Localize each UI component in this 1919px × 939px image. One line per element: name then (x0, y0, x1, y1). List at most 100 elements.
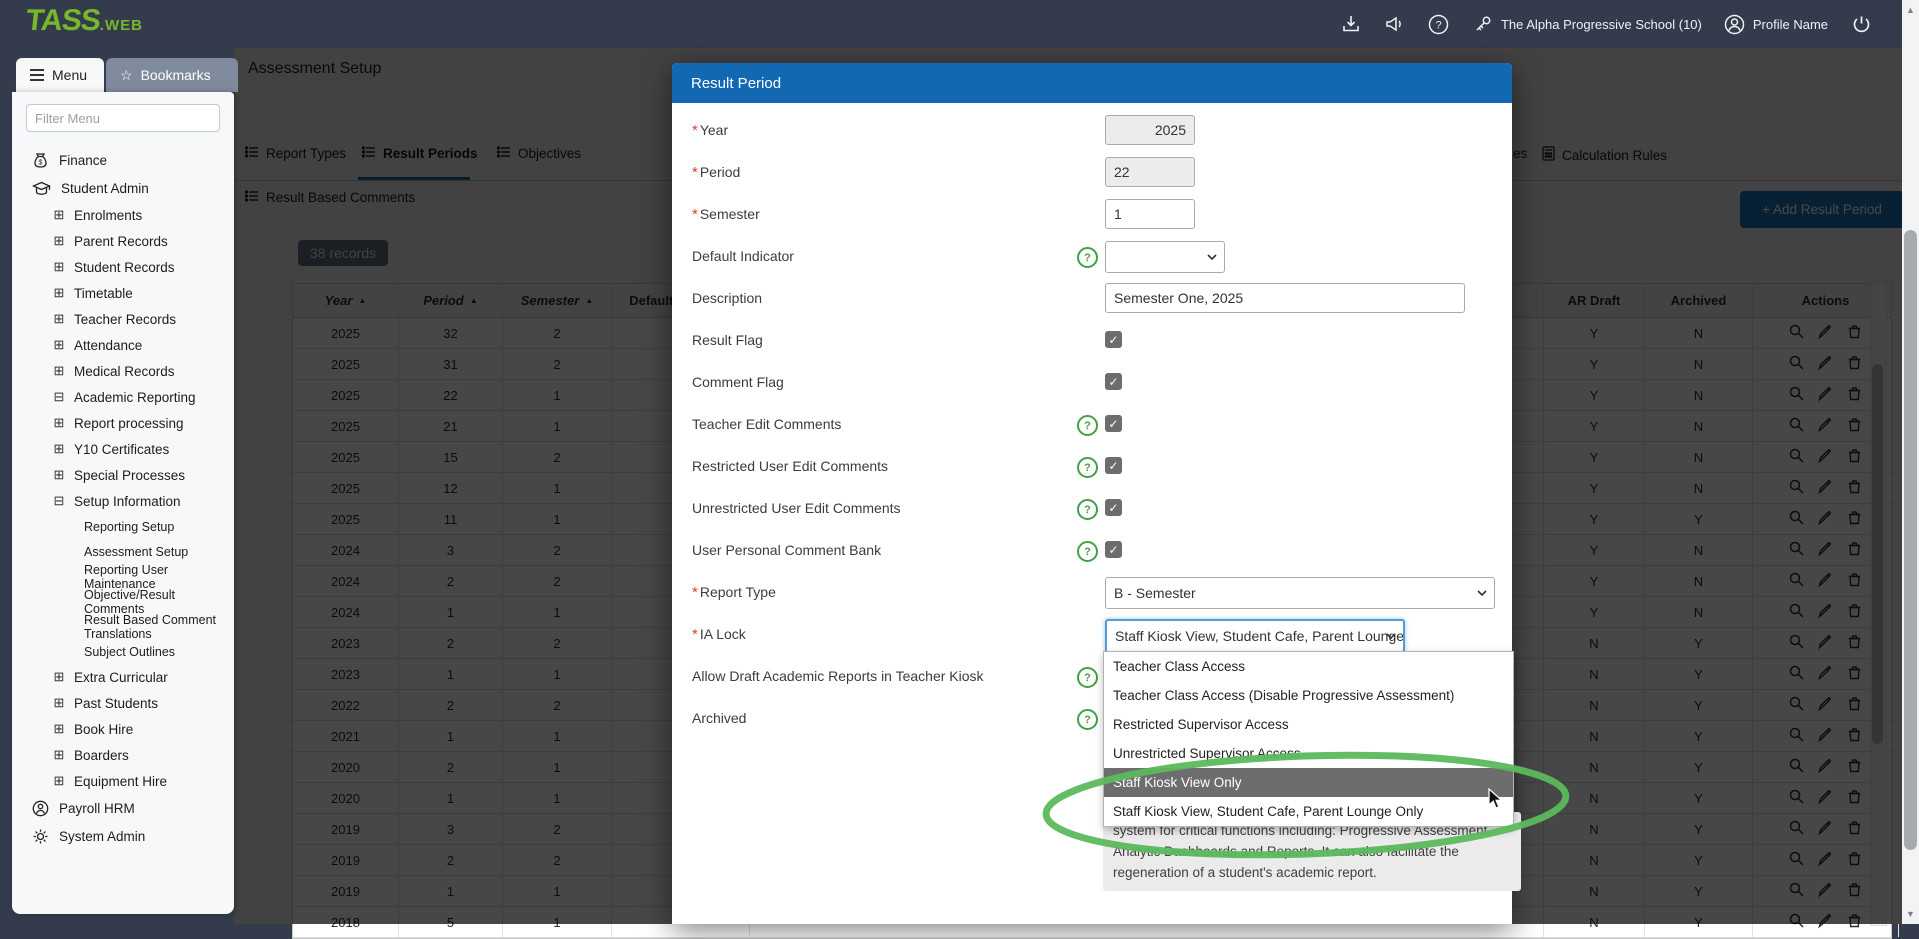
sidebar-item-timetable[interactable]: ⊞Timetable (12, 280, 234, 306)
expand-icon[interactable]: ⊞ (52, 311, 66, 327)
sidebar-item-student-records[interactable]: ⊞Student Records (12, 254, 234, 280)
dropdown-option-teacher-class-access-disable-progressive-assessment[interactable]: Teacher Class Access (Disable Progressiv… (1104, 681, 1513, 710)
label-text: Report Type (700, 584, 776, 600)
tass-logo[interactable]: TASS.WEB (26, 4, 143, 38)
scroll-up-icon[interactable]: ▲ (1902, 2, 1919, 18)
sidebar-item-academic-reporting[interactable]: ⊟Academic Reporting (12, 384, 234, 410)
expand-icon[interactable]: ⊞ (52, 695, 66, 711)
collapse-icon[interactable]: ⊟ (52, 389, 66, 405)
dropdown-option-restricted-supervisor-access[interactable]: Restricted Supervisor Access (1104, 710, 1513, 739)
sidebar-item-book-hire[interactable]: ⊞Book Hire (12, 716, 234, 742)
sidebar-item-label: Y10 Certificates (74, 442, 169, 457)
sidebar-item-reporting-setup[interactable]: Reporting Setup (12, 514, 234, 539)
sidebar-item-result-based-comment-translations[interactable]: Result Based Comment Translations (12, 614, 234, 639)
sidebar-item-special-processes[interactable]: ⊞ Special Processes (12, 462, 234, 488)
help-icon[interactable]: ? (1077, 541, 1098, 562)
unrestricted-user-edit-comments-checkbox[interactable]: ✓ (1105, 499, 1122, 516)
dropdown-option-teacher-class-access[interactable]: Teacher Class Access (1104, 652, 1513, 681)
browser-scrollbar[interactable]: ▲ ▼ (1902, 0, 1919, 924)
expand-icon[interactable]: ⊞ (52, 233, 66, 249)
sidebar-item-objective-result-comments[interactable]: Objective/Result Comments (12, 589, 234, 614)
sidebar-item-teacher-records[interactable]: ⊞Teacher Records (12, 306, 234, 332)
help-icon[interactable]: ? (1077, 667, 1098, 688)
expand-icon[interactable]: ⊞ (52, 467, 66, 483)
sidebar-item-boarders[interactable]: ⊞Boarders (12, 742, 234, 768)
sidebar-item-equipment-hire[interactable]: ⊞Equipment Hire (12, 768, 234, 794)
help-icon[interactable]: ? (1077, 415, 1098, 436)
dropdown-option-staff-kiosk-view-student-cafe-parent-lounge-only[interactable]: Staff Kiosk View, Student Cafe, Parent L… (1104, 797, 1513, 826)
result-flag-checkbox[interactable]: ✓ (1105, 331, 1122, 348)
sidebar-item-past-students[interactable]: ⊞Past Students (12, 690, 234, 716)
scrollbar-thumb[interactable] (1904, 230, 1917, 850)
collapse-icon[interactable]: ⊟ (52, 493, 66, 509)
megaphone-icon[interactable] (1384, 13, 1406, 35)
chevron-down-icon (1386, 633, 1396, 639)
sidebar-item-label: Finance (59, 153, 107, 168)
dropdown-option-staff-kiosk-view-only[interactable]: Staff Kiosk View Only (1104, 768, 1513, 797)
default-indicator-select[interactable] (1105, 241, 1225, 273)
sidebar-item-report-processing[interactable]: ⊞Report processing (12, 410, 234, 436)
period-input[interactable] (1105, 157, 1195, 187)
help-icon[interactable]: ? (1077, 709, 1098, 730)
field-label: *Semester (692, 199, 760, 230)
filter-menu-input[interactable] (26, 104, 220, 132)
sidebar-item-label: Payroll HRM (59, 801, 135, 816)
key-icon (1472, 13, 1494, 35)
download-icon[interactable] (1340, 13, 1362, 35)
expand-icon[interactable]: ⊞ (52, 441, 66, 457)
profile-menu[interactable]: Profile Name (1724, 13, 1828, 35)
sidebar-item-label: Special Processes (74, 468, 185, 483)
sidebar-item-subject-outlines[interactable]: Subject Outlines (12, 639, 234, 664)
expand-icon[interactable]: ⊞ (52, 285, 66, 301)
expand-icon[interactable]: ⊞ (52, 207, 66, 223)
sidebar-item-finance[interactable]: $Finance (12, 146, 234, 174)
help-icon[interactable]: ? (1428, 13, 1450, 35)
expand-icon[interactable]: ⊞ (52, 721, 66, 737)
sidebar-item-attendance[interactable]: ⊞Attendance (12, 332, 234, 358)
expand-icon[interactable]: ⊞ (52, 259, 66, 275)
sidebar-item-setup-information[interactable]: ⊟Setup Information (12, 488, 234, 514)
help-icon[interactable]: ? (1077, 457, 1098, 478)
sidebar-item-y10-certificates[interactable]: ⊞ Y10 Certificates (12, 436, 234, 462)
sidebar-item-medical-records[interactable]: ⊞Medical Records (12, 358, 234, 384)
year-input[interactable] (1105, 115, 1195, 145)
expand-icon[interactable]: ⊞ (52, 337, 66, 353)
restricted-user-edit-comments-checkbox[interactable]: ✓ (1105, 457, 1122, 474)
comment-flag-checkbox[interactable]: ✓ (1105, 373, 1122, 390)
power-icon[interactable] (1850, 13, 1872, 35)
description-input[interactable] (1105, 283, 1465, 313)
user-personal-comment-bank-checkbox[interactable]: ✓ (1105, 541, 1122, 558)
teacher-edit-comments-checkbox[interactable]: ✓ (1105, 415, 1122, 432)
expand-icon[interactable]: ⊞ (52, 363, 66, 379)
label-text: Semester (700, 206, 760, 222)
label-text: Restricted User Edit Comments (692, 458, 888, 474)
required-asterisk: * (692, 206, 698, 223)
sidebar-item-enrolments[interactable]: ⊞Enrolments (12, 202, 234, 228)
sidebar-item-assessment-setup[interactable]: Assessment Setup (12, 539, 234, 564)
sidebar-item-reporting-user-maintenance[interactable]: Reporting User Maintenance (12, 564, 234, 589)
sidebar-item-system-admin[interactable]: System Admin (12, 822, 234, 850)
ia-lock-dropdown: Teacher Class AccessTeacher Class Access… (1103, 651, 1514, 827)
dropdown-option-unrestricted-supervisor-access[interactable]: Unrestricted Supervisor Access (1104, 739, 1513, 768)
ia-lock-select[interactable]: Staff Kiosk View, Student Cafe, Parent L… (1105, 619, 1405, 653)
semester-input[interactable] (1105, 199, 1195, 229)
checkmark-icon: ✓ (1108, 543, 1118, 557)
tab-menu[interactable]: Menu (16, 58, 104, 92)
required-asterisk: * (692, 164, 698, 181)
report-type-select[interactable]: B - Semester (1105, 577, 1495, 609)
help-icon[interactable]: ? (1077, 247, 1098, 268)
sidebar-item-label: Assessment Setup (84, 545, 188, 559)
sidebar-item-extra-curricular[interactable]: ⊞Extra Curricular (12, 664, 234, 690)
tab-bookmarks[interactable]: ☆ Bookmarks (106, 58, 238, 92)
expand-icon[interactable]: ⊞ (52, 415, 66, 431)
expand-icon[interactable]: ⊞ (52, 669, 66, 685)
scroll-down-icon[interactable]: ▼ (1902, 906, 1919, 922)
field-row-restricted-user-edit-comments: Restricted User Edit Comments? ✓ (672, 451, 1512, 481)
help-icon[interactable]: ? (1077, 499, 1098, 520)
expand-icon[interactable]: ⊞ (52, 773, 66, 789)
sidebar-item-payroll-hrm[interactable]: Payroll HRM (12, 794, 234, 822)
sidebar-item-student-admin[interactable]: Student Admin (12, 174, 234, 202)
sidebar-item-parent-records[interactable]: ⊞Parent Records (12, 228, 234, 254)
expand-icon[interactable]: ⊞ (52, 747, 66, 763)
school-switcher[interactable]: The Alpha Progressive School (10) (1472, 13, 1702, 35)
